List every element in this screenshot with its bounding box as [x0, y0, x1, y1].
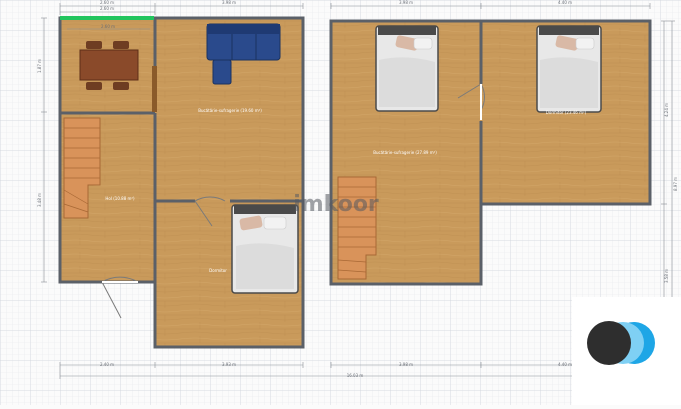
dim-top-left-b: 2.60 m: [100, 6, 114, 11]
dim-bottom-d: 4.40 m: [558, 362, 572, 367]
partition-panel: [152, 66, 157, 112]
dim-left-b: 3.48 m: [37, 193, 42, 207]
bed-upper-right: [536, 25, 602, 113]
dim-top-left-a: 2.60 m: [100, 0, 114, 5]
dim-bottom-b: 3.93 m: [222, 362, 236, 367]
bed-ground: [231, 204, 299, 294]
dim-top-left-c: 2.60 m: [101, 24, 115, 29]
dim-top-right-a: 3.98 m: [399, 0, 413, 5]
room-label-upper-hall: Bucătărie-sufragerie (27.89 m²): [373, 150, 437, 155]
dim-bottom-a: 2.40 m: [100, 362, 114, 367]
watermark-text: imkoor: [293, 192, 379, 217]
brand-logo: [587, 321, 655, 365]
room-label-bedroom-ground: Dormitor: [209, 268, 227, 273]
dim-right-a: 4.24 m: [664, 103, 669, 117]
dim-top-middle: 3.98 m: [222, 0, 236, 5]
dim-left-a: 1.87 m: [37, 59, 42, 73]
dim-right-b: 8.97 m: [673, 177, 678, 191]
room-label-hall: Hol (10.88 m²): [105, 196, 135, 201]
bed-upper-left: [375, 25, 439, 112]
floor-plan-svg: Bucătărie-sufragerie (19.60 m²) Hol (10.…: [0, 0, 681, 405]
room-label-living: Bucătărie-sufragerie (19.60 m²): [198, 108, 262, 113]
logo-circle-dark: [587, 321, 631, 365]
dim-right-c: 3.58 m: [664, 269, 669, 283]
dim-bottom-c: 3.98 m: [399, 362, 413, 367]
floor-plan-stage: Bucătărie-sufragerie (19.60 m²) Hol (10.…: [0, 0, 681, 405]
dim-bottom-total: 16.03 m: [347, 373, 364, 378]
dim-top-right-b: 4.40 m: [558, 0, 572, 5]
room-label-bedroom-upper: Dormitor (23.46 m²): [546, 110, 587, 115]
watermark: imkoor: [293, 192, 379, 217]
